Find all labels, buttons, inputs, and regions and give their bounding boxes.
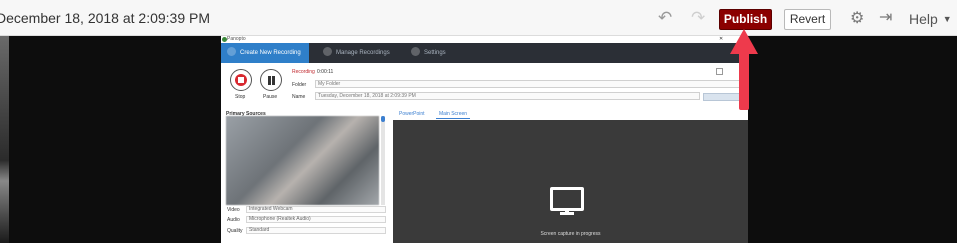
exit-icon[interactable]: ⇥ [879, 9, 892, 26]
recorder-action-button [703, 93, 740, 101]
annotation-arrow-head [730, 29, 758, 54]
folder-label: Folder [292, 82, 307, 88]
name-label: Name [292, 94, 306, 100]
video-source-label: Video [227, 207, 240, 213]
thumbnail-strip [0, 36, 9, 243]
chevron-down-icon: ▼ [942, 14, 952, 24]
video-source-select: Integrated Webcam [246, 206, 386, 213]
folder-value: My Folder [318, 81, 341, 87]
quality-label: Quality [227, 228, 243, 234]
tab-main-screen: Main Screen [436, 110, 471, 119]
recorder-nav: Create New Recording Manage Recordings S… [221, 43, 748, 63]
gear-icon [411, 47, 420, 56]
capture-status-text: Screen capture in progress [540, 231, 601, 237]
pause-button [260, 69, 282, 91]
tab-powerpoint: PowerPoint [399, 111, 425, 117]
video-icon [227, 47, 236, 56]
undo-icon[interactable]: ↶ [658, 9, 672, 26]
recording-duration: 0:00:11 [317, 69, 334, 75]
recorder-app-screenshot: Panopto ✕ Create New Recording Manage Re… [221, 36, 748, 243]
monitor-icon [550, 187, 584, 211]
session-timestamp: December 18, 2018 at 2:09:39 PM [0, 10, 211, 26]
tab-settings-label: Settings [424, 50, 446, 56]
webcam-preview [226, 116, 379, 205]
help-label: Help [909, 11, 938, 27]
help-menu[interactable]: Help ▼ [909, 11, 952, 27]
gear-icon[interactable]: ⚙ [850, 10, 864, 27]
name-value: Tuesday, December 18, 2018 at 2:09:39 PM [318, 93, 416, 99]
screen-capture-panel: Screen capture in progress [393, 120, 748, 243]
audio-source-select: Microphone (Realtek Audio) [246, 216, 386, 223]
recorder-title: Panopto [227, 36, 246, 42]
annotation-arrow-shaft [739, 52, 749, 110]
pause-label: Pause [263, 94, 278, 100]
tab-settings: Settings [405, 43, 465, 63]
redo-icon[interactable]: ↷ [691, 9, 705, 26]
folder-field: My Folder [315, 80, 740, 88]
audio-source-label: Audio [227, 217, 240, 223]
tab-manage-label: Manage Recordings [336, 50, 390, 56]
stop-label: Stop [235, 94, 246, 100]
webcast-checkbox [716, 68, 723, 75]
level-meter [381, 116, 385, 205]
stop-button [230, 69, 252, 91]
publish-button[interactable]: Publish [719, 9, 772, 30]
tab-create-label: Create New Recording [240, 50, 301, 56]
recording-label: Recording [292, 69, 315, 75]
tab-create-recording: Create New Recording [221, 43, 309, 63]
tab-manage-recordings: Manage Recordings [317, 43, 401, 63]
recorder-title-bar: Panopto ✕ [221, 36, 748, 43]
stop-icon [238, 77, 244, 83]
revert-button[interactable]: Revert [784, 9, 831, 30]
monitor-stand-icon [560, 209, 574, 215]
quality-select: Standard [246, 227, 386, 234]
close-icon: ✕ [719, 36, 724, 42]
editor-toolbar: December 18, 2018 at 2:09:39 PM ↶ ↷ Publ… [0, 0, 957, 36]
list-icon [323, 47, 332, 56]
name-field: Tuesday, December 18, 2018 at 2:09:39 PM [315, 92, 700, 100]
